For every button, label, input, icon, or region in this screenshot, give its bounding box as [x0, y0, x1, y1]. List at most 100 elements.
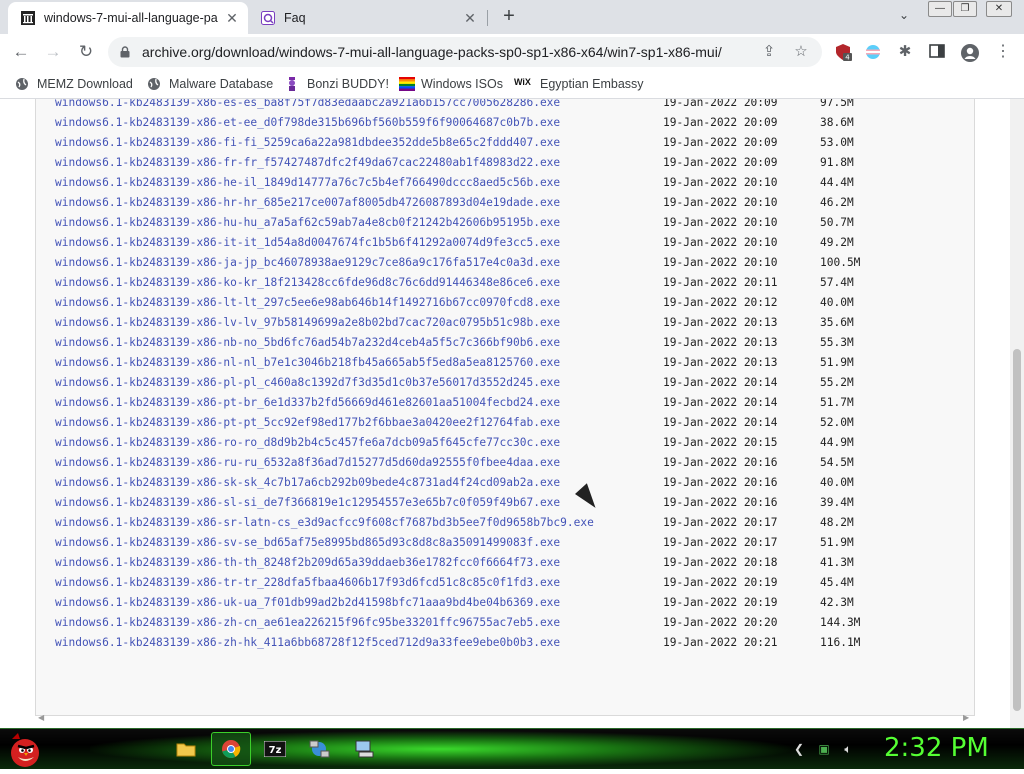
file-size: 40.0M: [820, 476, 854, 489]
file-link[interactable]: windows6.1-kb2483139-x86-nb-no_5bd6fc76a…: [55, 336, 560, 349]
list-item: windows6.1-kb2483139-x86-fi-fi_5259ca6a2…: [55, 136, 854, 156]
tab-archive[interactable]: windows-7-mui-all-language-pa ✕: [8, 2, 248, 34]
list-item: windows6.1-kb2483139-x86-sr-latn-cs_e3d9…: [55, 516, 854, 536]
file-link[interactable]: windows6.1-kb2483139-x86-ja-jp_bc4607893…: [55, 256, 560, 269]
file-link[interactable]: windows6.1-kb2483139-x86-hu-hu_a7a5af62c…: [55, 216, 560, 229]
taskbar: 7z ❮ ▣ 🔈︎ 2:32 PM: [0, 728, 1024, 769]
back-arrow-icon[interactable]: ←: [10, 41, 32, 63]
list-item: windows6.1-kb2483139-x86-nb-no_5bd6fc76a…: [55, 336, 854, 356]
close-window-button[interactable]: ✕: [986, 1, 1012, 17]
tab-faq[interactable]: Faq ✕: [250, 2, 486, 34]
file-link[interactable]: windows6.1-kb2483139-x86-he-il_1849d1477…: [55, 176, 560, 189]
list-item: windows6.1-kb2483139-x86-he-il_1849d1477…: [55, 176, 854, 196]
pride-extension-icon[interactable]: [864, 43, 882, 61]
browser-toolbar: ← → ↻ archive.org/download/windows-7-mui…: [0, 34, 1024, 70]
bookmark-label: Windows ISOs: [421, 77, 503, 91]
network-status-icon[interactable]: ▣: [816, 741, 832, 757]
bookmark-star-icon[interactable]: ☆: [792, 43, 810, 61]
file-link[interactable]: windows6.1-kb2483139-x86-pl-pl_c460a8c13…: [55, 376, 560, 389]
bookmark-windows-isos[interactable]: Windows ISOs: [399, 76, 503, 92]
list-item: windows6.1-kb2483139-x86-zh-cn_ae61ea226…: [55, 616, 860, 636]
file-size: 44.4M: [820, 176, 854, 189]
computer-icon[interactable]: [344, 732, 384, 766]
file-explorer-icon[interactable]: [166, 732, 206, 766]
bookmark-bonzi-buddy[interactable]: Bonzi BUDDY!: [285, 76, 389, 92]
list-item: windows6.1-kb2483139-x86-sk-sk_4c7b17a6c…: [55, 476, 854, 496]
share-icon[interactable]: ⇪: [760, 43, 778, 61]
file-link[interactable]: windows6.1-kb2483139-x86-th-th_8248f2b20…: [55, 556, 560, 569]
list-item: windows6.1-kb2483139-x86-es-es_ba8f75f7d…: [55, 99, 854, 116]
file-date: 19-Jan-2022 20:10: [663, 236, 778, 249]
file-date: 19-Jan-2022 20:13: [663, 336, 778, 349]
tab-title: Faq: [284, 11, 306, 25]
file-link[interactable]: windows6.1-kb2483139-x86-hr-hr_685e217ce…: [55, 196, 560, 209]
scroll-left-arrow-icon[interactable]: ◀: [38, 713, 44, 722]
tab-search-chevron-icon[interactable]: ⌄: [893, 8, 915, 26]
file-link[interactable]: windows6.1-kb2483139-x86-ro-ro_d8d9b2b4c…: [55, 436, 560, 449]
reload-icon[interactable]: ↻: [75, 41, 97, 63]
globe-icon: [15, 77, 29, 91]
bookmark-egyptian-embassy[interactable]: WiX Egyptian Embassy: [514, 76, 644, 92]
7zip-icon[interactable]: 7z: [255, 732, 295, 766]
file-link[interactable]: windows6.1-kb2483139-x86-sl-si_de7f36681…: [55, 496, 560, 509]
list-item: windows6.1-kb2483139-x86-tr-tr_228dfa5fb…: [55, 576, 854, 596]
side-panel-icon[interactable]: [928, 43, 946, 61]
start-button-angry-bird-icon[interactable]: [4, 729, 46, 769]
file-link[interactable]: windows6.1-kb2483139-x86-pt-pt_5cc92ef98…: [55, 416, 560, 429]
puzzle-extensions-icon[interactable]: ✱: [896, 43, 914, 61]
file-size: 97.5M: [820, 99, 854, 109]
file-link[interactable]: windows6.1-kb2483139-x86-it-it_1d54a8d00…: [55, 236, 560, 249]
scroll-right-arrow-icon[interactable]: ▶: [963, 713, 969, 722]
maximize-button[interactable]: ❐: [953, 1, 977, 17]
vertical-scrollbar[interactable]: [1010, 99, 1024, 728]
file-link[interactable]: windows6.1-kb2483139-x86-lt-lt_297c5ee6e…: [55, 296, 560, 309]
file-date: 19-Jan-2022 20:14: [663, 396, 778, 409]
file-link[interactable]: windows6.1-kb2483139-x86-uk-ua_7f01db99a…: [55, 596, 560, 609]
list-item: windows6.1-kb2483139-x86-lt-lt_297c5ee6e…: [55, 296, 854, 316]
file-size: 45.4M: [820, 576, 854, 589]
bookmark-memz[interactable]: MEMZ Download: [15, 76, 133, 92]
minimize-button[interactable]: —: [928, 1, 952, 17]
tray-expand-icon[interactable]: ❮: [791, 741, 807, 757]
file-link[interactable]: windows6.1-kb2483139-x86-lv-lv_97b581496…: [55, 316, 560, 329]
file-link[interactable]: windows6.1-kb2483139-x86-ru-ru_6532a8f36…: [55, 456, 560, 469]
scrollbar-thumb[interactable]: [1013, 349, 1021, 711]
url-text: archive.org/download/windows-7-mui-all-l…: [142, 44, 722, 60]
bookmark-malware-database[interactable]: Malware Database: [147, 76, 273, 92]
network-icon[interactable]: [299, 732, 339, 766]
file-link[interactable]: windows6.1-kb2483139-x86-ko-kr_18f213428…: [55, 276, 560, 289]
forward-arrow-icon[interactable]: →: [42, 41, 64, 63]
file-link[interactable]: windows6.1-kb2483139-x86-es-es_ba8f75f7d…: [55, 99, 560, 109]
profile-avatar-icon[interactable]: [960, 43, 979, 62]
file-link[interactable]: windows6.1-kb2483139-x86-zh-hk_411a6bb68…: [55, 636, 560, 649]
file-link[interactable]: windows6.1-kb2483139-x86-fr-fr_f57427487…: [55, 156, 560, 169]
file-size: 35.6M: [820, 316, 854, 329]
taskbar-clock[interactable]: 2:32 PM: [884, 733, 989, 763]
file-link[interactable]: windows6.1-kb2483139-x86-pt-br_6e1d337b2…: [55, 396, 560, 409]
volume-icon[interactable]: 🔈︎: [840, 741, 856, 757]
new-tab-button[interactable]: +: [498, 5, 520, 27]
file-size: 53.0M: [820, 136, 854, 149]
file-link[interactable]: windows6.1-kb2483139-x86-zh-cn_ae61ea226…: [55, 616, 560, 629]
kebab-menu-icon[interactable]: ⋮: [994, 43, 1012, 61]
list-item: windows6.1-kb2483139-x86-ja-jp_bc4607893…: [55, 256, 860, 276]
file-date: 19-Jan-2022 20:21: [663, 636, 778, 649]
file-link[interactable]: windows6.1-kb2483139-x86-sk-sk_4c7b17a6c…: [55, 476, 560, 489]
file-size: 42.3M: [820, 596, 854, 609]
file-date: 19-Jan-2022 20:16: [663, 476, 778, 489]
close-tab-icon[interactable]: ✕: [460, 10, 480, 27]
file-link[interactable]: windows6.1-kb2483139-x86-fi-fi_5259ca6a2…: [55, 136, 560, 149]
file-link[interactable]: windows6.1-kb2483139-x86-et-ee_d0f798de3…: [55, 116, 560, 129]
address-bar[interactable]: archive.org/download/windows-7-mui-all-l…: [108, 37, 822, 67]
close-tab-icon[interactable]: ✕: [222, 10, 242, 27]
extension-shield-icon[interactable]: 4: [834, 43, 852, 62]
file-link[interactable]: windows6.1-kb2483139-x86-sr-latn-cs_e3d9…: [55, 516, 594, 529]
chrome-icon[interactable]: [211, 732, 251, 766]
list-item: windows6.1-kb2483139-x86-et-ee_d0f798de3…: [55, 116, 854, 136]
file-date: 19-Jan-2022 20:13: [663, 316, 778, 329]
file-link[interactable]: windows6.1-kb2483139-x86-nl-nl_b7e1c3046…: [55, 356, 560, 369]
file-link[interactable]: windows6.1-kb2483139-x86-tr-tr_228dfa5fb…: [55, 576, 560, 589]
list-item: windows6.1-kb2483139-x86-ro-ro_d8d9b2b4c…: [55, 436, 854, 456]
file-link[interactable]: windows6.1-kb2483139-x86-sv-se_bd65af75e…: [55, 536, 560, 549]
file-date: 19-Jan-2022 20:12: [663, 296, 778, 309]
